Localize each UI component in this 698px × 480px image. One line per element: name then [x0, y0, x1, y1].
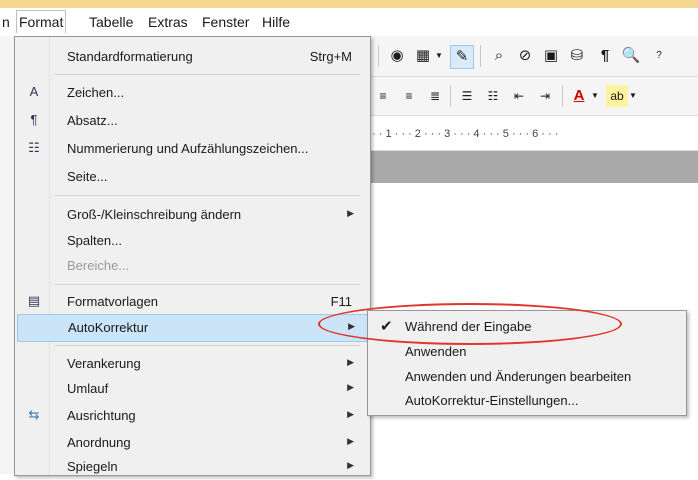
- submenu-item-anwenden-und-aenderungen[interactable]: Anwenden und Änderungen bearbeiten: [370, 365, 682, 388]
- decrease-indent-icon[interactable]: ⇤: [508, 85, 530, 107]
- highlighting-icon[interactable]: ab: [606, 85, 628, 107]
- menu-separator: [55, 284, 360, 285]
- menu-item-bereiche: Bereiche...: [17, 253, 366, 279]
- menu-item-umlauf[interactable]: Umlauf ▶: [17, 376, 366, 402]
- menu-item-verankerung[interactable]: Verankerung ▶: [17, 351, 366, 377]
- menu-item-nummerierung[interactable]: ☷ Nummerierung und Aufzählungszeichen...: [17, 136, 366, 162]
- format-menu: Standardformatierung Strg+M A Zeichen...…: [14, 36, 371, 476]
- document-background: [370, 151, 698, 183]
- character-icon: A: [29, 84, 39, 99]
- menu-item-label: Spalten...: [67, 233, 122, 248]
- formatting-marks-icon[interactable]: ¶: [594, 45, 616, 67]
- menu-previous-cut[interactable]: n: [2, 14, 10, 30]
- help-icon[interactable]: ?: [648, 45, 670, 67]
- menu-item-label: AutoKorrektur: [68, 320, 149, 335]
- menu-separator: [55, 74, 360, 75]
- menu-item-seite[interactable]: Seite...: [17, 164, 366, 190]
- zoom-icon[interactable]: 🔍: [620, 45, 642, 67]
- submenu-item-label: Anwenden und Änderungen bearbeiten: [405, 369, 632, 384]
- submenu-arrow-icon: ▶: [347, 460, 354, 470]
- submenu-item-label: AutoKorrektur-Einstellungen...: [405, 393, 579, 408]
- left-window-edge: [0, 36, 15, 474]
- justify-icon[interactable]: ≣: [424, 85, 446, 107]
- navigator-icon[interactable]: ◉: [386, 45, 408, 67]
- menu-item-autokorrektur[interactable]: AutoKorrektur ▶: [17, 314, 368, 342]
- menu-separator: [55, 195, 360, 196]
- menu-separator: [55, 345, 360, 346]
- menu-item-label: Seite...: [67, 169, 108, 184]
- data-sources-icon[interactable]: ⛁: [566, 45, 588, 67]
- table-icon[interactable]: ▦: [412, 45, 434, 67]
- menu-item-shortcut: F11: [330, 294, 352, 309]
- submenu-arrow-icon: ▶: [347, 357, 354, 367]
- gallery-icon[interactable]: ▣: [540, 45, 562, 67]
- submenu-arrow-icon: ▶: [347, 382, 354, 392]
- bullet-list-icon[interactable]: ☷: [482, 85, 504, 107]
- menu-tabelle[interactable]: Tabelle: [89, 14, 133, 30]
- menu-item-formatvorlagen[interactable]: ▤ Formatvorlagen F11: [17, 289, 366, 315]
- highlighting-dropdown-icon[interactable]: ▼: [628, 85, 638, 107]
- styles-icon: ▤: [27, 293, 41, 308]
- align-right-icon[interactable]: ≡: [398, 85, 420, 107]
- menu-item-label: Ausrichtung: [67, 408, 136, 423]
- font-color-dropdown-icon[interactable]: ▼: [590, 85, 600, 107]
- horizontal-ruler: · · 1 · · · 2 · · · 3 · · · 4 · · · 5 · …: [370, 120, 698, 151]
- window-accent-strip: [0, 0, 698, 8]
- menu-item-spiegeln[interactable]: Spiegeln ▶: [17, 454, 366, 480]
- menu-item-label: Standardformatierung: [67, 49, 193, 64]
- find-replace-icon[interactable]: ⌕: [488, 45, 510, 67]
- menu-item-shortcut: Strg+M: [309, 49, 352, 64]
- draw-functions-icon[interactable]: ✎: [450, 45, 474, 69]
- menu-item-label: Formatvorlagen: [67, 294, 159, 309]
- menu-item-label: Verankerung: [67, 356, 141, 371]
- submenu-item-autokorrektur-einstellungen[interactable]: AutoKorrektur-Einstellungen...: [370, 389, 682, 412]
- paragraph-icon: ¶: [30, 112, 38, 127]
- menu-fenster[interactable]: Fenster: [202, 14, 249, 30]
- font-color-icon[interactable]: A: [568, 85, 590, 107]
- menu-item-label: Zeichen...: [67, 85, 125, 100]
- numbering-list-icon[interactable]: ☰: [456, 85, 478, 107]
- align-icon: ⇆: [28, 407, 40, 422]
- menu-item-anordnung[interactable]: Anordnung ▶: [17, 430, 366, 456]
- menu-item-label: Bereiche...: [67, 258, 130, 273]
- table-dropdown-icon[interactable]: ▼: [434, 45, 444, 67]
- menu-item-spalten[interactable]: Spalten...: [17, 228, 366, 254]
- submenu-arrow-icon: ▶: [347, 436, 354, 446]
- submenu-item-label: Anwenden: [405, 344, 467, 359]
- submenu-arrow-icon: ▶: [347, 208, 354, 218]
- menu-item-label: Anordnung: [67, 435, 131, 450]
- submenu-arrow-icon: ▶: [347, 409, 354, 419]
- align-center-icon[interactable]: ≡: [372, 85, 394, 107]
- menu-item-label: Umlauf: [67, 381, 109, 396]
- menu-item-label: Absatz...: [67, 113, 118, 128]
- numbering-icon: ☷: [28, 140, 40, 155]
- menu-format[interactable]: Format: [16, 10, 67, 33]
- ruler-scale: · · 1 · · · 2 · · · 3 · · · 4 · · · 5 · …: [372, 128, 559, 140]
- menu-item-ausrichtung[interactable]: ⇆ Ausrichtung ▶: [17, 403, 366, 429]
- menu-item-label: Groß-/Kleinschreibung ändern: [67, 207, 242, 222]
- menubar: n Format Tabelle Extras Fenster Hilfe: [0, 8, 698, 37]
- annotation-ellipse: [318, 303, 622, 345]
- increase-indent-icon[interactable]: ⇥: [534, 85, 556, 107]
- menu-item-absatz[interactable]: ¶ Absatz...: [17, 108, 366, 134]
- navigator-compass-icon[interactable]: ⊘: [514, 45, 536, 67]
- menu-item-label: Spiegeln: [67, 459, 118, 474]
- menu-item-standardformatierung[interactable]: Standardformatierung Strg+M: [17, 44, 366, 70]
- menu-item-gross-klein[interactable]: Groß-/Kleinschreibung ändern ▶: [17, 202, 366, 228]
- menu-extras[interactable]: Extras: [148, 14, 188, 30]
- menu-item-zeichen[interactable]: A Zeichen...: [17, 80, 366, 106]
- menu-item-label: Nummerierung und Aufzählungszeichen...: [67, 141, 309, 156]
- menu-hilfe[interactable]: Hilfe: [262, 14, 290, 30]
